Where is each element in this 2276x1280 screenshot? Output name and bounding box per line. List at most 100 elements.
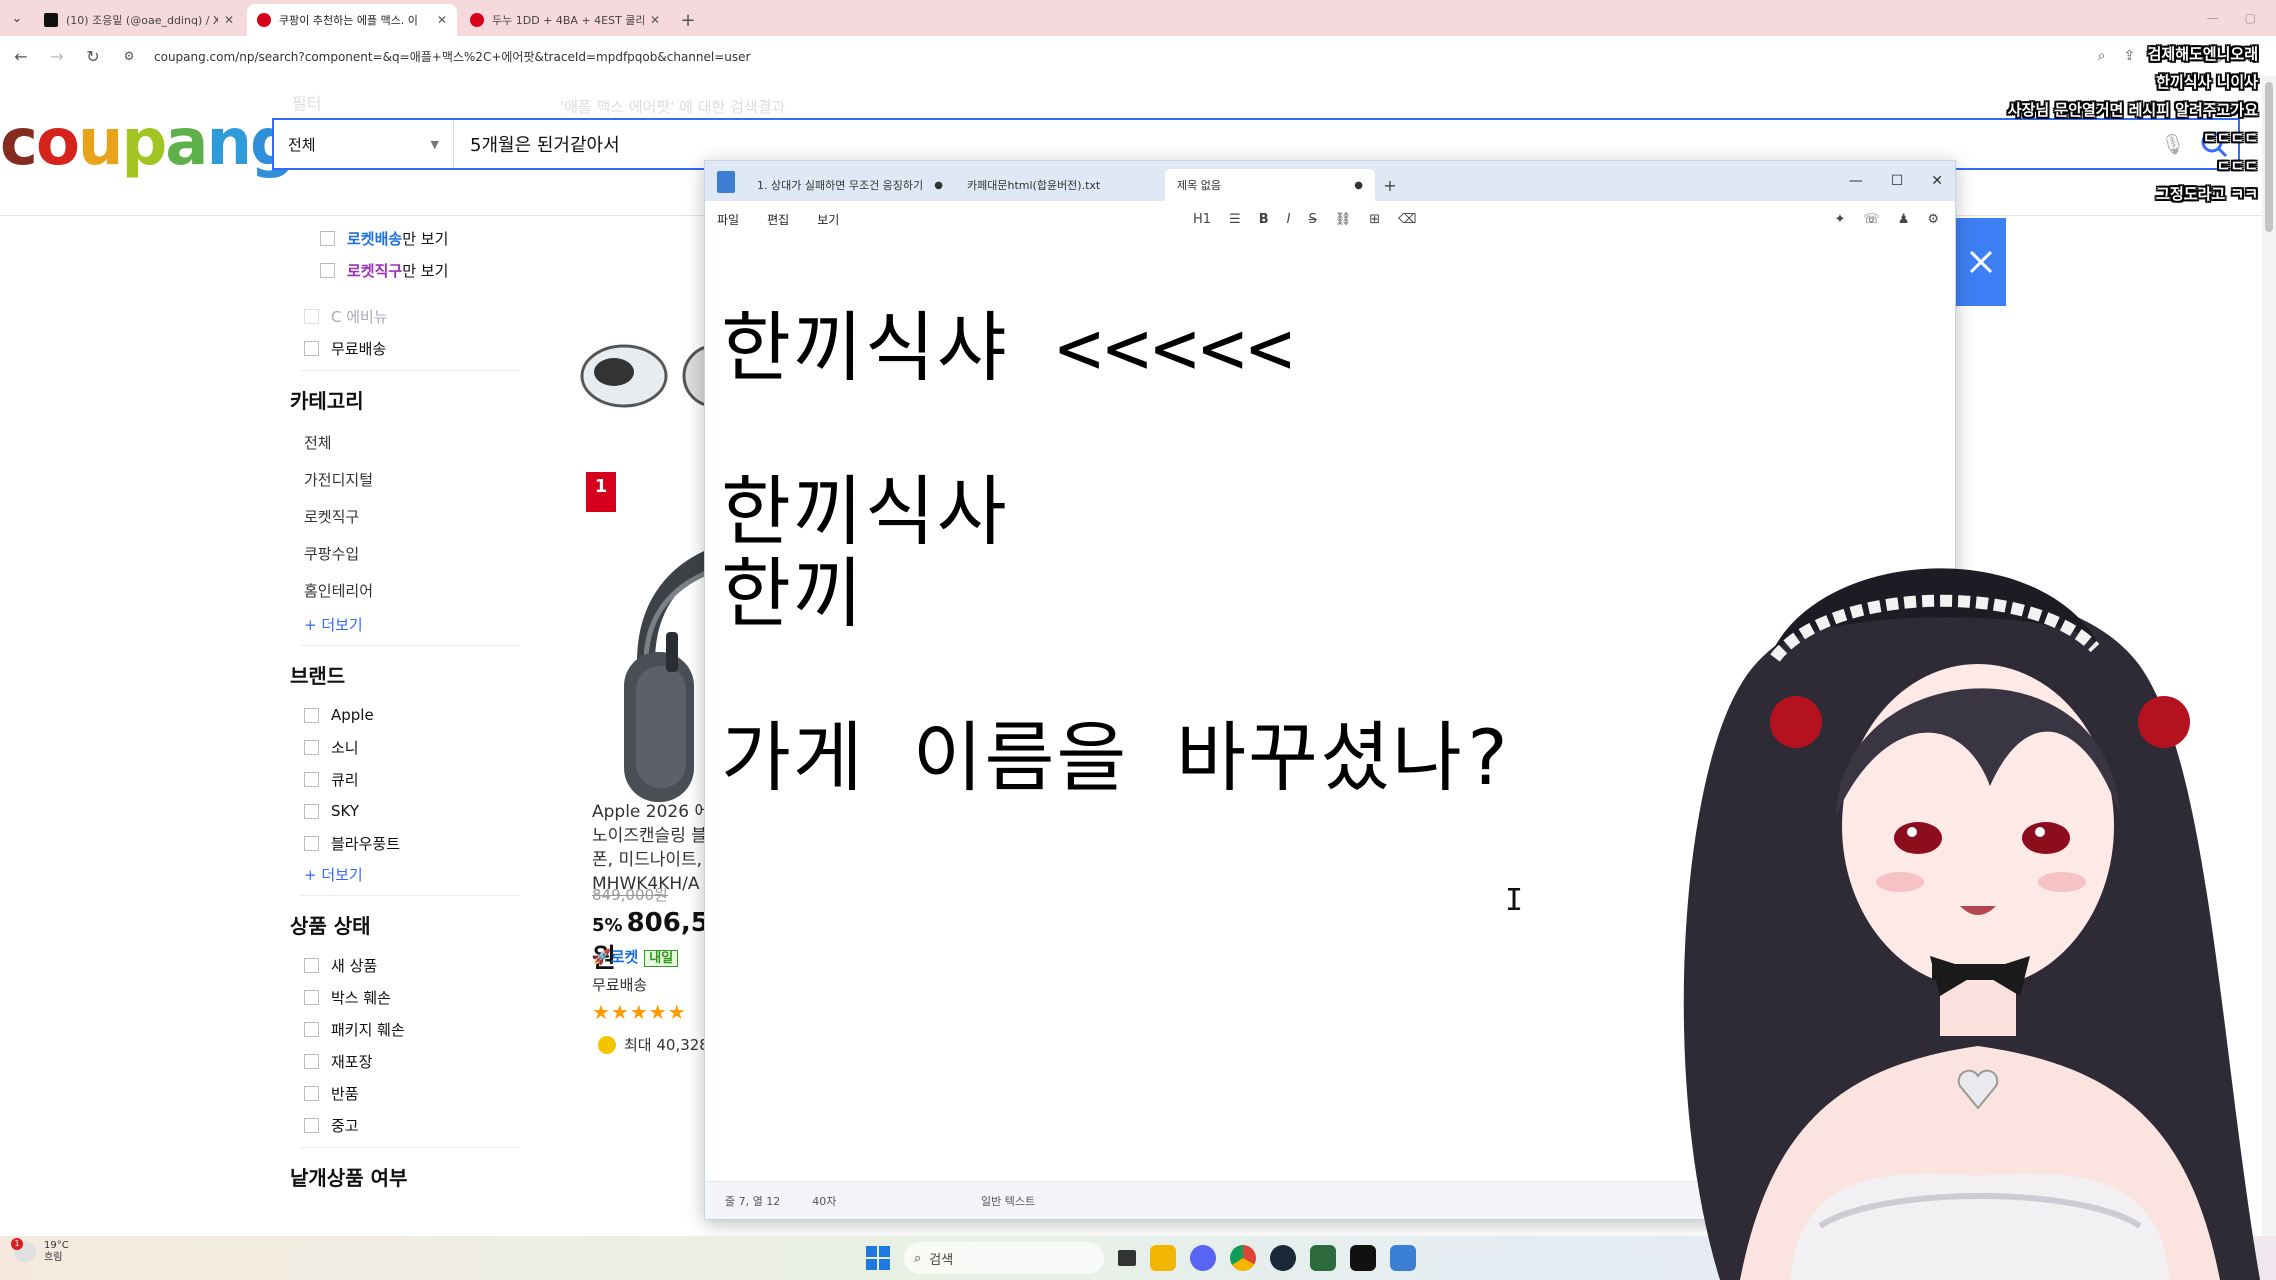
browser-tab[interactable]: (10) 조응밑 (@oae_ddinq) / X ✕ (34, 4, 244, 36)
brand-filter[interactable]: Apple (276, 699, 520, 731)
menu-view[interactable]: 보기 (817, 211, 839, 228)
condition-filter[interactable]: 패키지 훼손 (276, 1013, 520, 1045)
taskbar-search[interactable]: ⌕ 검색 (904, 1242, 1104, 1274)
checkbox[interactable] (304, 340, 319, 356)
copilot-icon[interactable]: ✦ (1835, 212, 1846, 227)
filter-heading-ghost: 필터 (292, 94, 322, 113)
close-tab-icon[interactable]: ✕ (224, 13, 234, 27)
c-avenue-filter[interactable]: C 에비뉴 (276, 300, 520, 332)
reload-icon[interactable]: ↻ (78, 41, 108, 71)
category-item[interactable]: 쿠팡수입 (276, 535, 520, 572)
brand-filter[interactable]: 소니 (276, 731, 520, 763)
search-input[interactable]: 5개월은 된거같아서 (454, 131, 2156, 157)
strikethrough-icon[interactable]: S (1308, 212, 1316, 227)
format-toolbar: H1 ☰ B I S ⛓ ⊞ ⌫ (1193, 201, 1417, 237)
coupang-logo[interactable]: coupang (0, 106, 296, 180)
notepad-tab-active[interactable]: 제목 없음 ● (1165, 169, 1375, 201)
notepad-new-tab-button[interactable]: + (1375, 169, 1405, 201)
chrome-icon[interactable] (1230, 1245, 1256, 1271)
checkbox[interactable] (304, 771, 319, 787)
condition-filter[interactable]: 반품 (276, 1077, 520, 1109)
checkbox[interactable] (304, 1021, 319, 1037)
logo-letter: c (0, 106, 38, 180)
unsaved-dot-icon: ● (934, 179, 943, 191)
rocket-delivery-filter[interactable]: 로켓배송 만 보기 (276, 222, 520, 254)
notepad-taskbar-icon[interactable] (1390, 1245, 1416, 1271)
checkbox[interactable] (304, 835, 319, 851)
checkbox[interactable] (304, 707, 319, 723)
clear-format-icon[interactable]: ⌫ (1398, 212, 1416, 227)
brand-filter[interactable]: SKY (276, 795, 520, 827)
brand-filter[interactable]: 블라우풍트 (276, 827, 520, 859)
maximize-icon[interactable]: ☐ (1891, 173, 1904, 189)
brand-filter[interactable]: 큐리 (276, 763, 520, 795)
settings-icon[interactable]: ⚙ (1927, 212, 1939, 227)
menu-edit[interactable]: 편집 (767, 211, 789, 228)
minimize-icon[interactable]: — (1849, 173, 1863, 189)
checkbox[interactable] (304, 957, 319, 973)
windows-start-icon[interactable] (866, 1246, 890, 1270)
bold-icon[interactable]: B (1259, 212, 1269, 227)
category-item[interactable]: 홈인테리어 (276, 572, 520, 609)
minimize-icon[interactable]: — (2207, 11, 2219, 25)
rocket-direct-filter[interactable]: 로켓직구 만 보기 (276, 254, 520, 286)
account-icon[interactable]: ♟ (1898, 212, 1910, 227)
new-tab-button[interactable]: + (673, 4, 703, 36)
italic-icon[interactable]: I (1287, 212, 1291, 227)
table-icon[interactable]: ⊞ (1369, 212, 1380, 227)
task-view-icon[interactable] (1118, 1250, 1136, 1266)
category-item[interactable]: 로켓직구 (276, 498, 520, 535)
checkbox[interactable] (304, 1053, 319, 1069)
checkbox[interactable] (320, 230, 335, 246)
forward-arrow-icon[interactable]: → (42, 41, 72, 71)
checkbox[interactable] (304, 308, 319, 324)
browser-tab[interactable]: 두누 1DD + 4BA + 4EST 쿨리 ✕ (460, 4, 670, 36)
scrollbar-thumb[interactable] (2265, 82, 2273, 232)
maximize-icon[interactable]: ▢ (2245, 11, 2256, 25)
heading-dropdown[interactable]: H1 (1193, 212, 1211, 227)
weather-temp: 19°C (44, 1240, 69, 1251)
list-icon[interactable]: ☰ (1229, 212, 1241, 227)
discord-icon[interactable] (1190, 1245, 1216, 1271)
steam-icon[interactable] (1270, 1245, 1296, 1271)
category-item[interactable]: 가전디지털 (276, 461, 520, 498)
app-icon[interactable] (1310, 1245, 1336, 1271)
checkbox[interactable] (304, 803, 319, 819)
checkbox[interactable] (304, 739, 319, 755)
notepad-tab[interactable]: 카페대문html(합윤버전).txt (955, 169, 1165, 201)
close-tab-icon[interactable]: ✕ (650, 13, 660, 27)
brand-more-link[interactable]: + 더보기 (276, 859, 520, 889)
comment-icon[interactable]: ☏ (1863, 212, 1879, 227)
notepad-tab[interactable]: 1. 상대가 실패하면 무조건 응징하기 ● (745, 169, 955, 201)
checkbox[interactable] (304, 1117, 319, 1133)
tab-list-chevron-icon[interactable]: ⌄ (0, 0, 34, 36)
close-tab-icon[interactable]: ✕ (437, 13, 447, 27)
weather-widget[interactable]: 1 19°C 흐림 (11, 1238, 69, 1264)
checkbox[interactable] (320, 262, 335, 278)
url-field[interactable]: coupang.com/np/search?component=&q=애플+맥스… (154, 48, 2098, 65)
category-select[interactable]: 전체 ▼ (274, 120, 454, 168)
category-more-link[interactable]: + 더보기 (276, 609, 520, 639)
rocket-delivery-suffix: 만 보기 (402, 229, 449, 248)
checkbox[interactable] (304, 989, 319, 1005)
condition-filter[interactable]: 중고 (276, 1109, 520, 1141)
category-item[interactable]: 전체 (276, 424, 520, 461)
search-icon: ⌕ (914, 1250, 922, 1266)
back-arrow-icon[interactable]: ← (6, 41, 36, 71)
checkbox[interactable] (304, 1085, 319, 1101)
menu-file[interactable]: 파일 (717, 211, 739, 228)
link-icon[interactable]: ⛓ (1335, 212, 1352, 227)
logo-letter: a (165, 106, 208, 180)
brand-label: Apple (331, 706, 374, 724)
free-shipping-filter[interactable]: 무료배송 (276, 332, 520, 364)
site-settings-icon[interactable]: ⚙ (114, 41, 144, 71)
close-panel-button[interactable] (1956, 218, 2006, 306)
file-explorer-icon[interactable] (1150, 1245, 1176, 1271)
condition-filter[interactable]: 박스 훼손 (276, 981, 520, 1013)
condition-filter[interactable]: 재포장 (276, 1045, 520, 1077)
x-icon[interactable] (1350, 1245, 1376, 1271)
condition-heading: 상품 상태 (290, 914, 371, 938)
condition-filter[interactable]: 새 상품 (276, 949, 520, 981)
screen: ⌄ (10) 조응밑 (@oae_ddinq) / X ✕ 쿠팡이 추천하는 에… (0, 0, 2276, 1280)
browser-tab-active[interactable]: 쿠팡이 추천하는 에플 맥스. 이 ✕ (247, 4, 457, 36)
